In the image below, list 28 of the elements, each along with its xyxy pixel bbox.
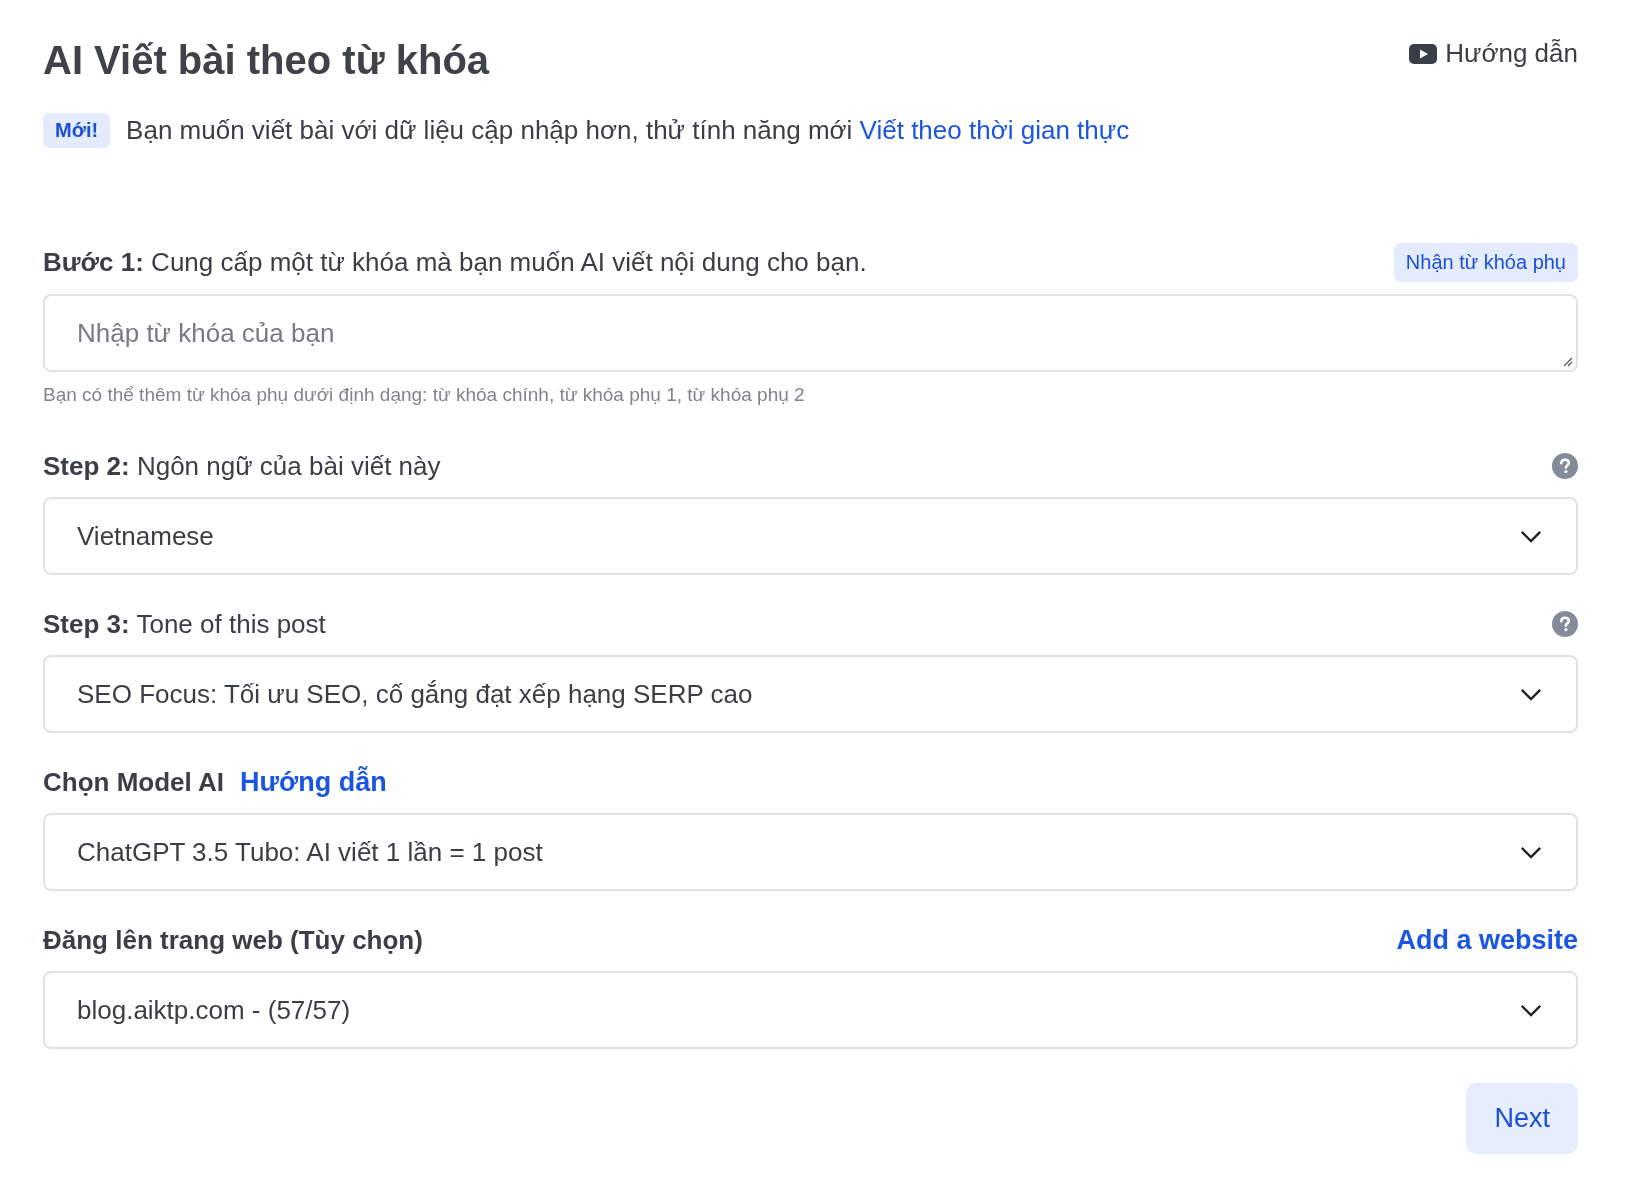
select-field[interactable]: blog.aiktp.com - (57/57): [43, 971, 1578, 1049]
chevron-down-icon: [1520, 845, 1542, 859]
new-badge: Mới!: [43, 113, 111, 148]
select-field[interactable]: ChatGPT 3.5 Tubo: AI viết 1 lần = 1 post: [43, 813, 1578, 891]
select-field[interactable]: SEO Focus: Tối ưu SEO, cố gắng đạt xếp hạng SERP cao: [43, 655, 1578, 733]
next-button[interactable]: Next: [1466, 1083, 1578, 1154]
step-label: Đăng lên trang web (Tùy chọn): [43, 924, 423, 956]
add-website-link[interactable]: Add a website: [1396, 924, 1578, 956]
step-label: Bước 1: Cung cấp một từ khóa mà bạn muốn AI viết nội dung cho bạn.: [43, 247, 867, 278]
step-label: Chọn Model AI: [43, 766, 224, 798]
notice-text: Bạn muốn viết bài với dữ liệu cập nhập hơn, thử tính năng mới Viết theo thời gian thực: [126, 115, 1130, 146]
select-field[interactable]: Vietnamese: [43, 497, 1578, 575]
chevron-down-icon: [1520, 1003, 1542, 1017]
keyword-input-field[interactable]: Nhập từ khóa của bạn: [43, 294, 1578, 372]
page-title: AI Viết bài theo từ khóa: [43, 38, 490, 83]
guide-link[interactable]: Hướng dẫn: [1409, 38, 1578, 69]
help-icon[interactable]: [1552, 611, 1578, 637]
resize-handle-icon[interactable]: [1561, 355, 1573, 367]
help-icon[interactable]: [1552, 453, 1578, 479]
hint-text: Bạn có thể thêm từ khóa phụ dưới định dạng: từ khóa chính, từ khóa phụ 1, từ khóa phụ 2: [43, 384, 806, 406]
video-play-icon: [1409, 43, 1438, 64]
sub-keyword-button[interactable]: Nhận từ khóa phụ: [1393, 243, 1578, 282]
guide-link[interactable]: Hướng dẫn: [240, 766, 387, 798]
chevron-down-icon: [1520, 529, 1542, 543]
realtime-link[interactable]: Viết theo thời gian thực: [859, 115, 1130, 145]
step-label: Step 2: Ngôn ngữ của bài viết này: [43, 450, 441, 482]
step-label: Step 3: Tone of this post: [43, 608, 326, 640]
chevron-down-icon: [1520, 687, 1542, 701]
